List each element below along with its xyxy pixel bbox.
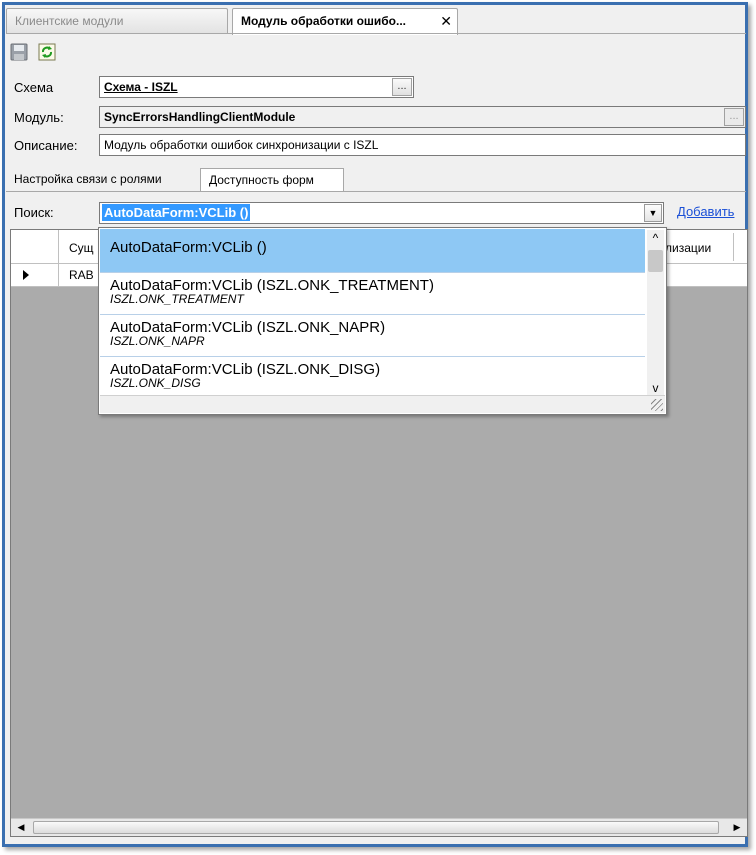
module-value: SyncErrorsHandlingClientModule: [104, 110, 296, 124]
description-label: Описание:: [14, 138, 78, 153]
tab-label: Клиентские модули: [15, 14, 124, 28]
dropdown-item[interactable]: AutoDataForm:VCLib (ISZL.ONK_TREATMENT) …: [100, 273, 645, 315]
row-indicator-icon: [11, 264, 59, 286]
description-value: Модуль обработки ошибок синхронизации с …: [104, 138, 379, 152]
item-subtitle: ISZL.ONK_TREATMENT: [110, 292, 244, 306]
description-field[interactable]: Модуль обработки ошибок синхронизации с …: [99, 134, 746, 156]
search-combobox[interactable]: AutoDataForm:VCLib () ▼: [99, 202, 664, 224]
column-header[interactable]: Сущ: [69, 241, 94, 255]
document-tabs: Клиентские модули Модуль обработки ошибо…: [6, 8, 746, 35]
scroll-left-icon[interactable]: ◀: [13, 820, 29, 835]
dropdown-list: AutoDataForm:VCLib () AutoDataForm:VCLib…: [100, 229, 645, 397]
resize-grip-icon[interactable]: [651, 399, 663, 411]
schema-field[interactable]: Схема - ISZL: [99, 76, 414, 98]
tab-client-modules[interactable]: Клиентские модули: [6, 8, 228, 33]
tab-divider: [6, 33, 746, 34]
scroll-thumb[interactable]: [648, 250, 663, 272]
tab-label: Доступность форм: [209, 173, 314, 187]
chevron-down-icon[interactable]: v: [647, 380, 664, 396]
close-icon[interactable]: ✕: [440, 13, 452, 30]
item-title: AutoDataForm:VCLib (): [110, 239, 267, 256]
column-separator: [733, 233, 734, 261]
schema-label: Схема: [14, 80, 54, 95]
horizontal-scrollbar[interactable]: ◀ ▶: [11, 818, 747, 836]
dropdown-item[interactable]: AutoDataForm:VCLib (ISZL.ONK_NAPR) ISZL.…: [100, 315, 645, 357]
scroll-right-icon[interactable]: ▶: [729, 820, 745, 835]
grid-corner: [11, 230, 59, 263]
module-field[interactable]: SyncErrorsHandlingClientModule: [99, 106, 746, 128]
dropdown-item[interactable]: AutoDataForm:VCLib (ISZL.ONK_DISG) ISZL.…: [100, 357, 645, 397]
table-cell[interactable]: RAB: [69, 268, 94, 282]
refresh-icon[interactable]: [38, 43, 58, 63]
tab-error-module[interactable]: Модуль обработки ошибо... ✕: [232, 8, 458, 35]
tab-label: Модуль обработки ошибо...: [241, 14, 407, 28]
chevron-up-icon[interactable]: ^: [647, 230, 664, 246]
subtab-divider: [6, 191, 746, 192]
tab-form-availability[interactable]: Доступность форм: [200, 168, 344, 192]
module-label: Модуль:: [14, 110, 64, 125]
item-subtitle: ISZL.ONK_DISG: [110, 376, 201, 390]
schema-browse-button[interactable]: ...: [392, 78, 412, 96]
vertical-scrollbar[interactable]: ^ v: [647, 230, 664, 396]
search-dropdown: AutoDataForm:VCLib () AutoDataForm:VCLib…: [98, 227, 667, 415]
save-icon[interactable]: [10, 43, 30, 63]
tab-role-settings[interactable]: Настройка связи с ролями: [8, 168, 198, 190]
dropdown-item[interactable]: AutoDataForm:VCLib (): [100, 229, 645, 273]
search-label: Поиск:: [14, 205, 54, 220]
scroll-thumb[interactable]: [33, 821, 719, 834]
schema-value: Схема - ISZL: [104, 80, 178, 94]
tab-label: Настройка связи с ролями: [14, 172, 162, 186]
add-link[interactable]: Добавить: [677, 204, 734, 219]
column-header[interactable]: лизации: [665, 241, 711, 255]
search-input-value: AutoDataForm:VCLib (): [102, 204, 251, 221]
chevron-down-icon[interactable]: ▼: [644, 204, 662, 222]
module-browse-button[interactable]: ...: [724, 108, 744, 126]
dropdown-footer: [100, 395, 665, 413]
item-subtitle: ISZL.ONK_NAPR: [110, 334, 205, 348]
